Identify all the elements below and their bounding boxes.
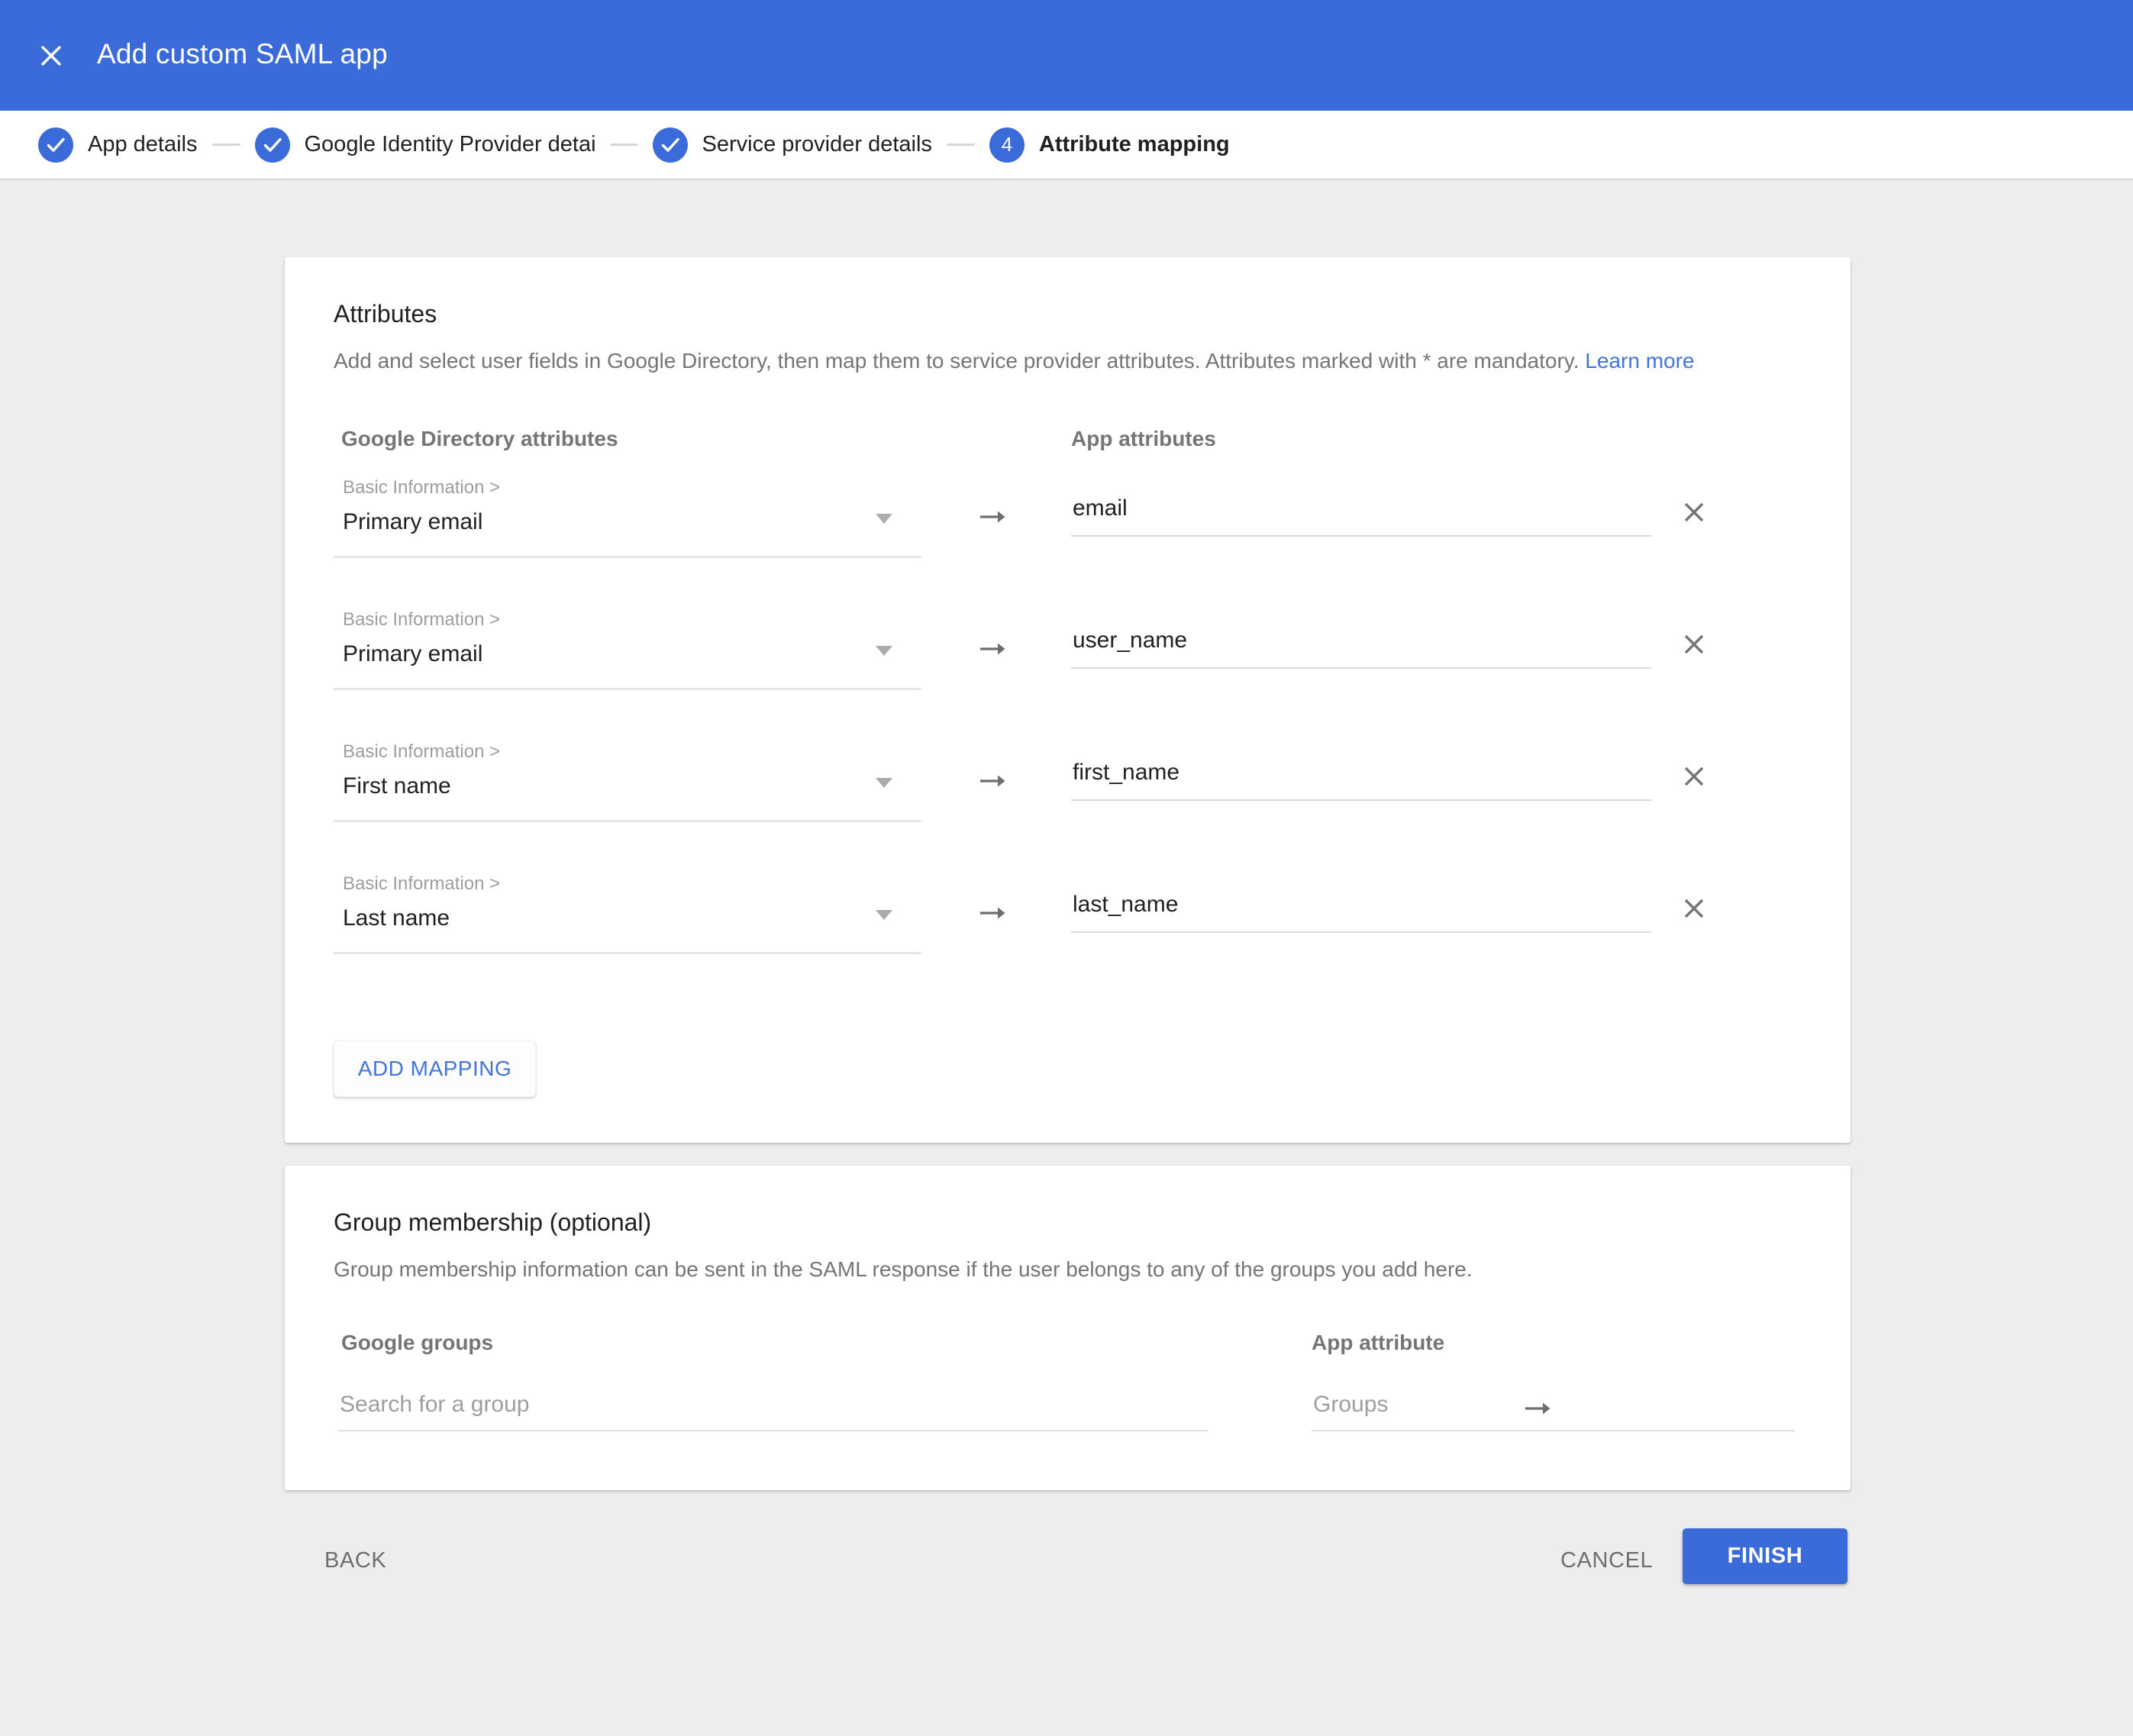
- attribute-category-label: Basic Information >: [343, 609, 500, 631]
- app-attribute-input[interactable]: [1071, 886, 1651, 933]
- groups-attribute-field: [1312, 1386, 1795, 1431]
- remove-mapping-icon[interactable]: [1673, 623, 1715, 666]
- group-card-title: Group membership (optional): [334, 1208, 651, 1237]
- step-number-badge: 4: [989, 127, 1025, 163]
- step-label: App details: [88, 132, 198, 157]
- dialog-header: Add custom SAML app: [0, 0, 2133, 111]
- directory-attribute-select[interactable]: Primary email: [334, 635, 921, 690]
- cancel-button[interactable]: CANCEL: [1560, 1548, 1653, 1573]
- app-attributes-header: App attributes: [1071, 427, 1216, 451]
- attributes-card-title: Attributes: [334, 300, 437, 328]
- arrow-right-icon: [976, 764, 1010, 798]
- attributes-card: Attributes Add and select user fields in…: [285, 257, 1851, 1143]
- google-groups-header: Google groups: [341, 1331, 493, 1355]
- step-connector: [212, 144, 240, 146]
- step-label: Attribute mapping: [1039, 132, 1230, 157]
- select-underline: [334, 952, 921, 954]
- step-label: Service provider details: [702, 132, 932, 157]
- google-directory-attributes-header: Google Directory attributes: [341, 427, 618, 451]
- selected-attribute-value: First name: [343, 773, 451, 799]
- step-complete-icon: [653, 127, 688, 163]
- caret-down-icon: [876, 646, 892, 656]
- step-attribute-mapping[interactable]: 4 Attribute mapping: [989, 127, 1230, 163]
- step-connector: [610, 144, 638, 146]
- wizard-stepper: App details Google Identity Provider det…: [0, 111, 2133, 179]
- directory-attribute-select[interactable]: Primary email: [334, 503, 921, 558]
- app-attribute-input[interactable]: [1071, 753, 1651, 801]
- step-service-provider-details[interactable]: Service provider details: [653, 127, 932, 163]
- finish-button[interactable]: FINISH: [1683, 1528, 1847, 1584]
- app-attribute-header: App attribute: [1312, 1331, 1444, 1355]
- mapping-row: Basic Information > First name: [285, 741, 1851, 873]
- app-attribute-input[interactable]: [1071, 621, 1651, 669]
- step-app-details[interactable]: App details: [38, 127, 198, 163]
- groups-attribute-input[interactable]: [1312, 1386, 1795, 1431]
- app-attribute-field: [1071, 753, 1651, 801]
- app-attribute-field: [1071, 886, 1651, 933]
- caret-down-icon: [876, 514, 892, 524]
- learn-more-link[interactable]: Learn more: [1585, 349, 1694, 373]
- remove-mapping-icon[interactable]: [1673, 887, 1715, 930]
- mapping-row: Basic Information > Primary email: [285, 609, 1851, 741]
- group-search-input[interactable]: [338, 1386, 1208, 1431]
- add-custom-saml-app-dialog: Add custom SAML app App details Google I…: [0, 0, 2133, 1736]
- mapping-row: Basic Information > Last name: [285, 873, 1851, 1005]
- attribute-category-label: Basic Information >: [343, 741, 500, 763]
- mapping-row: Basic Information > Primary email: [285, 477, 1851, 609]
- caret-down-icon: [876, 778, 892, 788]
- arrow-right-icon: [976, 500, 1010, 534]
- close-x-glyph: [37, 41, 66, 70]
- attribute-category-label: Basic Information >: [343, 873, 500, 895]
- directory-attribute-select[interactable]: First name: [334, 767, 921, 822]
- step-google-idp-details[interactable]: Google Identity Provider details: [255, 127, 595, 163]
- attributes-description-text: Add and select user fields in Google Dir…: [334, 349, 1580, 373]
- remove-mapping-icon[interactable]: [1673, 755, 1715, 798]
- directory-attribute-select[interactable]: Last name: [334, 899, 921, 954]
- selected-attribute-value: Last name: [343, 905, 450, 931]
- attribute-category-label: Basic Information >: [343, 477, 500, 499]
- selected-attribute-value: Primary email: [343, 641, 482, 667]
- arrow-right-icon: [976, 896, 1010, 930]
- app-attribute-field: [1071, 489, 1651, 537]
- attributes-card-description: Add and select user fields in Google Dir…: [334, 349, 1694, 373]
- add-mapping-button[interactable]: ADD MAPPING: [334, 1041, 536, 1097]
- remove-mapping-icon[interactable]: [1673, 491, 1715, 534]
- group-card-description: Group membership information can be sent…: [334, 1257, 1473, 1282]
- close-icon[interactable]: [35, 40, 67, 72]
- step-complete-icon: [38, 127, 73, 163]
- selected-attribute-value: Primary email: [343, 509, 482, 535]
- select-underline: [334, 556, 921, 558]
- select-underline: [334, 688, 921, 690]
- arrow-right-icon: [976, 632, 1010, 666]
- select-underline: [334, 820, 921, 822]
- group-search-field: [338, 1386, 1208, 1431]
- step-label: Google Identity Provider details: [305, 132, 595, 157]
- app-attribute-field: [1071, 621, 1651, 669]
- back-button[interactable]: BACK: [324, 1548, 386, 1573]
- app-attribute-input[interactable]: [1071, 489, 1651, 537]
- caret-down-icon: [876, 910, 892, 920]
- group-membership-card: Group membership (optional) Group member…: [285, 1166, 1851, 1490]
- step-connector: [947, 144, 975, 146]
- dialog-title: Add custom SAML app: [97, 38, 388, 70]
- step-complete-icon: [255, 127, 290, 163]
